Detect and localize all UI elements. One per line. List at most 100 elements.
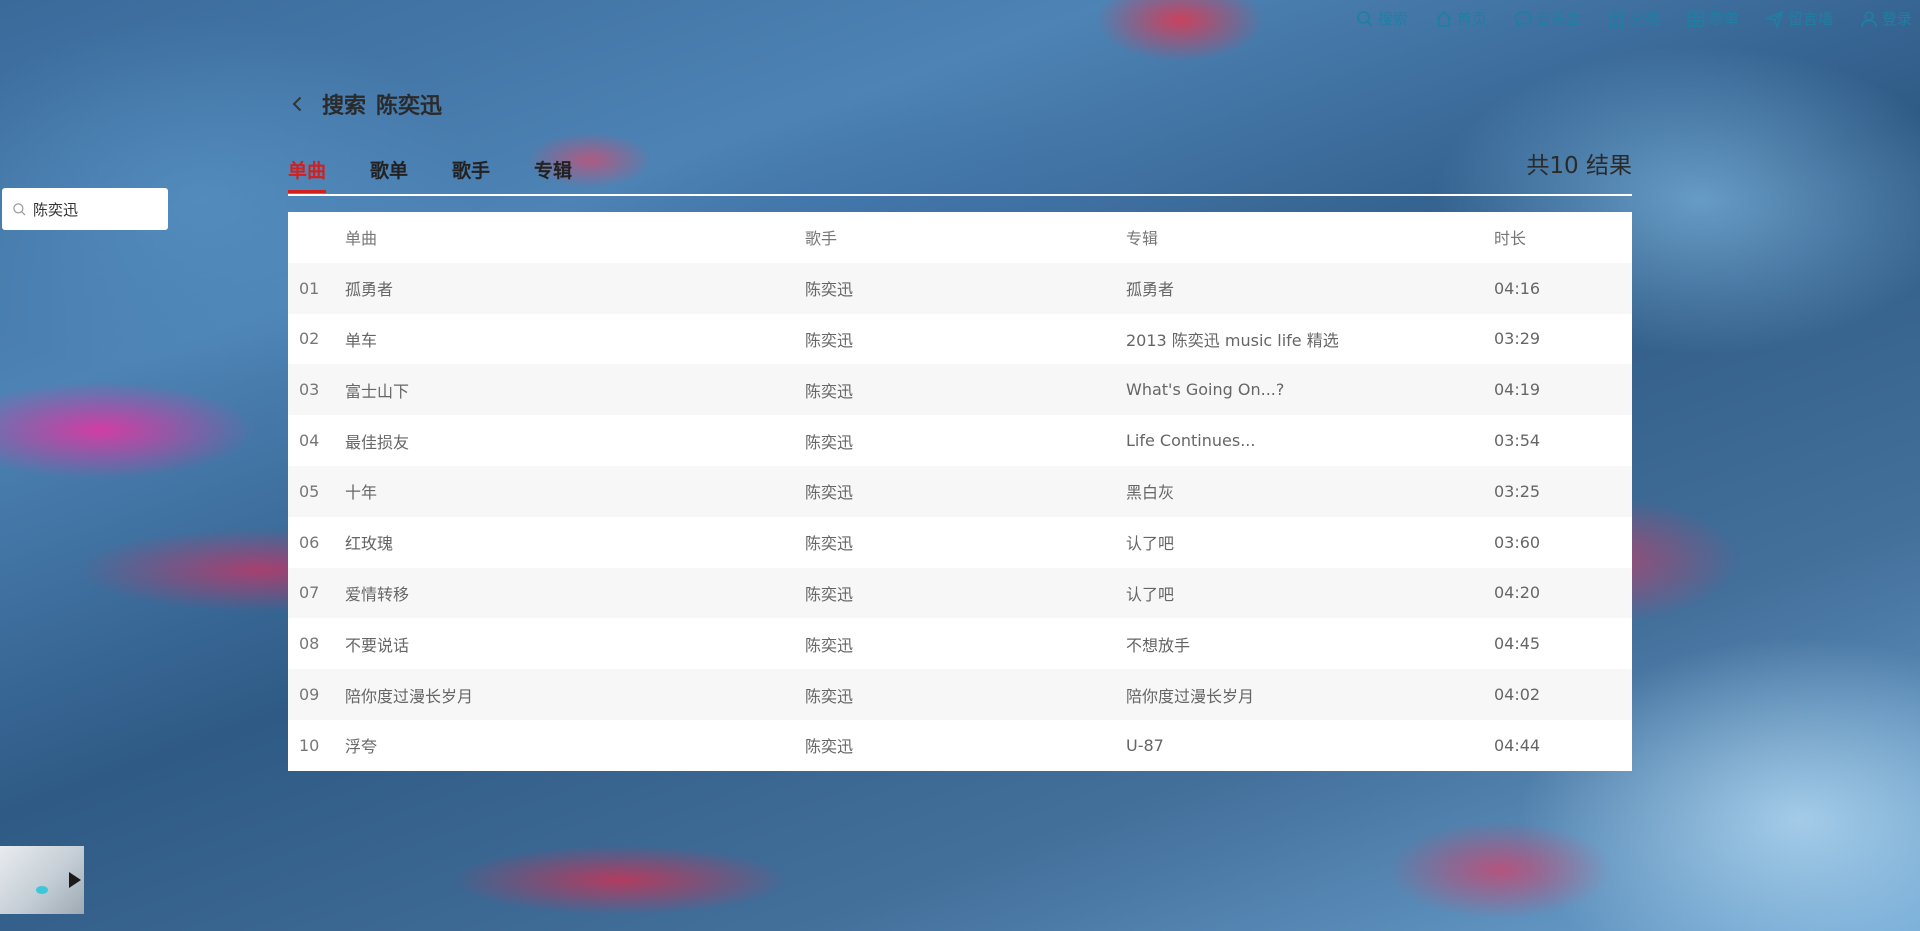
header-title: 单曲 — [345, 229, 378, 249]
song-title[interactable]: 富士山下 — [345, 378, 805, 402]
album-art — [36, 886, 48, 894]
song-index: 09 — [299, 685, 320, 705]
song-index: 02 — [299, 329, 320, 349]
song-artist[interactable]: 陈奕迅 — [805, 581, 1126, 605]
top-nav: 搜索 首页 音乐盒 分类 歌单 留言墙 登录 — [1355, 8, 1912, 29]
tab-playlists[interactable]: 歌单 — [370, 158, 408, 193]
table-header-row: 单曲 歌手 专辑 时长 — [288, 212, 1632, 263]
song-duration: 03:60 — [1494, 532, 1541, 552]
nav-item-label: 留言墙 — [1787, 10, 1833, 28]
song-artist[interactable]: 陈奕迅 — [805, 378, 1126, 402]
song-title[interactable]: 陪你度过漫长岁月 — [345, 683, 805, 707]
tab-albums[interactable]: 专辑 — [534, 158, 572, 193]
nav-item-home[interactable]: 首页 — [1434, 8, 1487, 29]
page-header: 搜索 陈奕迅 — [288, 88, 442, 120]
song-album[interactable]: What's Going On...? — [1126, 380, 1494, 399]
song-album[interactable]: Life Continues... — [1126, 431, 1494, 450]
nav-item-music-box[interactable]: 音乐盒 — [1513, 8, 1581, 29]
tab-artists[interactable]: 歌手 — [452, 158, 490, 193]
song-title[interactable]: 爱情转移 — [345, 581, 805, 605]
song-duration: 04:20 — [1494, 583, 1541, 603]
nav-item-message-wall[interactable]: 留言墙 — [1764, 8, 1833, 29]
table-row[interactable]: 01 孤勇者 陈奕迅 孤勇者 04:16 — [288, 262, 1632, 314]
table-row[interactable]: 04 最佳损友 陈奕迅 Life Continues... 03:54 — [288, 415, 1632, 466]
song-index: 03 — [299, 380, 320, 400]
nav-item-label: 分类 — [1629, 10, 1660, 28]
song-index: 06 — [299, 532, 320, 552]
song-artist[interactable]: 陈奕迅 — [805, 530, 1126, 554]
nav-item-login[interactable]: 登录 — [1859, 8, 1912, 29]
table-row[interactable]: 07 爱情转移 陈奕迅 认了吧 04:20 — [288, 567, 1632, 619]
search-icon — [1356, 10, 1373, 27]
table-row[interactable]: 02 单车 陈奕迅 2013 陈奕迅 music life 精选 03:29 — [288, 314, 1632, 365]
song-artist[interactable]: 陈奕迅 — [805, 276, 1126, 300]
table-row[interactable]: 09 陪你度过漫长岁月 陈奕迅 陪你度过漫长岁月 04:02 — [288, 669, 1632, 720]
nav-item-playlists[interactable]: 歌单 — [1686, 8, 1739, 29]
song-title[interactable]: 红玫瑰 — [345, 530, 805, 554]
song-title[interactable]: 浮夸 — [345, 733, 805, 757]
nav-item-label: 音乐盒 — [1535, 10, 1581, 28]
play-icon[interactable] — [68, 871, 82, 889]
nav-item-search[interactable]: 搜索 — [1355, 8, 1408, 29]
song-duration: 04:44 — [1494, 735, 1541, 755]
song-index: 01 — [299, 278, 320, 298]
song-album[interactable]: 黑白灰 — [1126, 479, 1494, 503]
home-icon — [1436, 10, 1452, 27]
search-icon — [13, 202, 26, 216]
header-duration: 时长 — [1494, 229, 1527, 249]
header-album: 专辑 — [1126, 229, 1159, 249]
song-index: 05 — [299, 481, 320, 501]
song-album[interactable]: 认了吧 — [1126, 581, 1494, 605]
search-input[interactable] — [33, 200, 153, 218]
song-artist[interactable]: 陈奕迅 — [805, 733, 1126, 757]
song-title[interactable]: 单车 — [345, 327, 805, 351]
song-index: 04 — [299, 431, 320, 451]
song-title[interactable]: 最佳损友 — [345, 429, 805, 453]
back-arrow-icon[interactable] — [288, 94, 308, 114]
song-album[interactable]: 陪你度过漫长岁月 — [1126, 683, 1494, 707]
document-icon — [1610, 10, 1624, 27]
song-artist[interactable]: 陈奕迅 — [805, 429, 1126, 453]
nav-item-category[interactable]: 分类 — [1607, 8, 1660, 29]
song-duration: 03:29 — [1494, 329, 1541, 349]
table-row[interactable]: 08 不要说话 陈奕迅 不想放手 04:45 — [288, 618, 1632, 669]
user-icon — [1861, 10, 1877, 27]
song-artist[interactable]: 陈奕迅 — [805, 683, 1126, 707]
send-icon — [1764, 9, 1784, 29]
song-album[interactable]: 认了吧 — [1126, 530, 1494, 554]
song-album[interactable]: 2013 陈奕迅 music life 精选 — [1126, 327, 1494, 351]
header-artist: 歌手 — [805, 229, 838, 249]
result-tabs-bar: 单曲 歌单 歌手 专辑 共10 结果 — [288, 153, 1632, 196]
grid-icon — [1687, 10, 1705, 27]
nav-item-label: 歌单 — [1708, 10, 1739, 28]
song-album[interactable]: U-87 — [1126, 736, 1494, 755]
table-row[interactable]: 10 浮夸 陈奕迅 U-87 04:44 — [288, 720, 1632, 771]
nav-item-label: 搜索 — [1377, 10, 1408, 28]
song-artist[interactable]: 陈奕迅 — [805, 479, 1126, 503]
page-title-prefix: 搜索 — [322, 94, 367, 119]
song-index: 08 — [299, 634, 320, 654]
song-duration: 03:25 — [1494, 481, 1541, 501]
song-artist[interactable]: 陈奕迅 — [805, 632, 1126, 656]
song-duration: 04:02 — [1494, 685, 1541, 705]
table-row[interactable]: 03 富士山下 陈奕迅 What's Going On...? 04:19 — [288, 364, 1632, 416]
search-keyword: 陈奕迅 — [376, 94, 443, 119]
tab-songs[interactable]: 单曲 — [288, 158, 327, 193]
mini-player[interactable] — [0, 846, 84, 914]
nav-item-label: 登录 — [1881, 10, 1912, 28]
song-title[interactable]: 不要说话 — [345, 632, 805, 656]
song-album[interactable]: 孤勇者 — [1126, 276, 1494, 300]
chat-icon — [1514, 10, 1532, 28]
search-box — [2, 188, 168, 230]
song-index: 10 — [299, 735, 320, 755]
table-row[interactable]: 05 十年 陈奕迅 黑白灰 03:25 — [288, 465, 1632, 517]
song-duration: 03:54 — [1494, 431, 1541, 451]
song-duration: 04:19 — [1494, 380, 1541, 400]
song-duration: 04:16 — [1494, 278, 1541, 298]
song-album[interactable]: 不想放手 — [1126, 632, 1494, 656]
table-row[interactable]: 06 红玫瑰 陈奕迅 认了吧 03:60 — [288, 517, 1632, 568]
song-title[interactable]: 孤勇者 — [345, 276, 805, 300]
result-count: 共10 结果 — [1526, 153, 1632, 179]
song-artist[interactable]: 陈奕迅 — [805, 327, 1126, 351]
song-title[interactable]: 十年 — [345, 479, 805, 503]
